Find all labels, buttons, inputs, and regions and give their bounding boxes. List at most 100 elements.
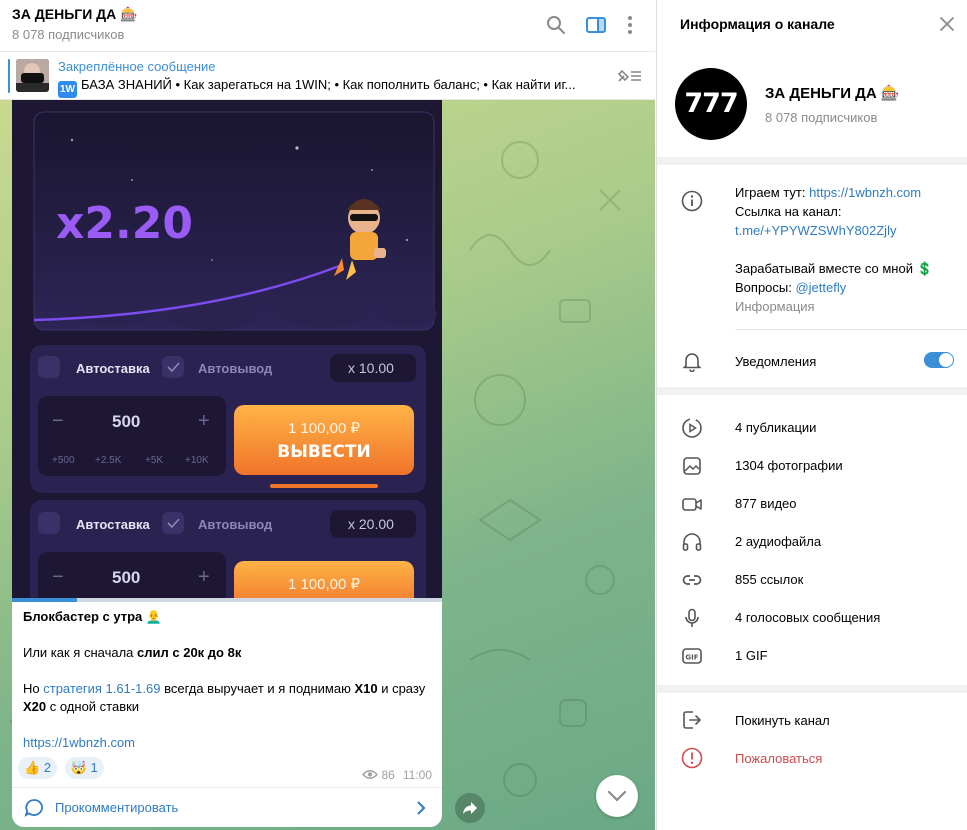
reaction-thumbs-up[interactable]: 👍 2 xyxy=(18,757,58,779)
chip-1: +500 xyxy=(52,455,75,466)
cashout-amount-1: 1 100,00 ₽ xyxy=(288,420,361,437)
stat-voice[interactable]: 4 голосовых сообщения xyxy=(657,598,967,636)
report-icon xyxy=(681,747,703,769)
svg-text:+: + xyxy=(198,410,210,432)
scroll-down-button[interactable] xyxy=(596,775,638,817)
publications-icon xyxy=(682,418,702,438)
post-video[interactable]: x2.20 Автоставка Автовывод x 10.00 − 500… xyxy=(12,100,442,600)
info-section: Играем тут: https://1wbnzh.com Ссылка на… xyxy=(657,165,967,387)
reactions: 👍 2 🤯 1 xyxy=(18,757,108,779)
share-button[interactable] xyxy=(455,793,485,823)
close-icon[interactable] xyxy=(937,14,957,34)
leave-channel-button[interactable]: Покинуть канал xyxy=(657,701,967,739)
cashout-amount-2: 1 100,00 ₽ xyxy=(288,576,361,593)
channel-title[interactable]: ЗА ДЕНЬГИ ДА 🎰 xyxy=(12,6,138,23)
reaction-mind-blown[interactable]: 🤯 1 xyxy=(64,757,104,779)
channel-invite-link[interactable]: t.me/+YPYWZSWhY802Zjly xyxy=(735,221,961,240)
video-icon xyxy=(682,498,702,511)
pinned-message-bar[interactable]: Закреплённое сообщение 1W БАЗА ЗНАНИЙ • К… xyxy=(0,52,655,100)
comment-label: Прокомментировать xyxy=(55,800,179,815)
play-link[interactable]: https://1wbnzh.com xyxy=(809,185,921,200)
headphones-icon xyxy=(682,533,702,551)
telegram-window: ЗА ДЕНЬГИ ДА 🎰 8 078 подписчиков Закрепл… xyxy=(0,0,967,830)
pinned-preview: 1W БАЗА ЗНАНИЙ • Как зарегаться на 1WIN; … xyxy=(58,77,598,98)
side-panel-icon[interactable] xyxy=(584,13,608,37)
autobet-label-2: Автоставка xyxy=(76,517,150,532)
svg-text:−: − xyxy=(52,566,64,588)
autocashout-label-2: Автовывод xyxy=(198,517,273,532)
chat-header[interactable]: ЗА ДЕНЬГИ ДА 🎰 8 078 подписчиков xyxy=(0,0,655,52)
stat-gif[interactable]: GIF 1 GIF xyxy=(657,636,967,674)
channel-subscribers: 8 078 подписчиков xyxy=(12,27,125,42)
svg-text:GIF: GIF xyxy=(685,654,698,662)
pinned-thumbnail xyxy=(16,59,49,92)
microphone-icon xyxy=(685,608,699,627)
info-caption: Информация xyxy=(735,299,815,314)
questions-link[interactable]: @jettefly xyxy=(795,280,846,295)
chip-3: +5K xyxy=(145,455,163,466)
stat-photos[interactable]: 1304 фотографии xyxy=(657,446,967,484)
leave-channel-label: Покинуть канал xyxy=(735,713,830,728)
pin-indicator xyxy=(8,59,10,93)
stat-videos[interactable]: 877 видео xyxy=(657,484,967,522)
post-url-link[interactable]: https://1wbnzh.com xyxy=(23,735,135,750)
channel-post: x2.20 Автоставка Автовывод x 10.00 − 500… xyxy=(12,100,442,827)
cashout-value-2: x 20.00 xyxy=(348,516,394,532)
views-eye-icon xyxy=(361,770,378,779)
video-progress-bar[interactable] xyxy=(12,598,442,602)
photo-icon xyxy=(683,457,701,475)
more-vertical-icon[interactable] xyxy=(618,13,642,37)
chip-4: +10K xyxy=(185,455,209,466)
post-line-2: Или как я сначала слил с 20к до 8к xyxy=(23,645,242,660)
actions-section: Покинуть канал Пожаловаться xyxy=(657,693,967,830)
stat-links[interactable]: 855 ссылок xyxy=(657,560,967,598)
autobet-label-1: Автоставка xyxy=(76,361,150,376)
bet-amount-2: 500 xyxy=(112,568,140,587)
panel-header: Информация о канале 777 ЗА ДЕНЬГИ ДА 🎰 8… xyxy=(657,0,967,157)
share-arrow-icon xyxy=(463,802,477,814)
svg-text:+: + xyxy=(198,566,210,588)
notifications-toggle[interactable] xyxy=(924,352,954,368)
link-icon xyxy=(682,575,702,585)
svg-text:−: − xyxy=(52,410,64,432)
comment-bubble-icon xyxy=(24,799,43,817)
pinned-title: Закреплённое сообщение xyxy=(58,59,216,74)
panel-subscribers: 8 078 подписчиков xyxy=(765,110,878,125)
post-time: 11:00 xyxy=(402,768,432,782)
post-line-3: Но стратегия 1.61-1.69 всегда выручает и… xyxy=(23,681,426,714)
comment-button[interactable]: Прокомментировать xyxy=(12,787,442,827)
chip-2: +2.5K xyxy=(95,455,122,466)
gif-icon: GIF xyxy=(682,648,702,664)
search-icon[interactable] xyxy=(544,13,568,37)
strategy-link[interactable]: стратегия 1.61-1.69 xyxy=(43,681,160,696)
stat-audio[interactable]: 2 аудиофайла xyxy=(657,522,967,560)
channel-avatar[interactable]: 777 xyxy=(675,68,747,140)
chevron-right-icon xyxy=(417,801,426,815)
chat-area: ЗА ДЕНЬГИ ДА 🎰 8 078 подписчиков Закрепл… xyxy=(0,0,655,830)
info-icon xyxy=(681,190,703,212)
unpin-list-icon[interactable] xyxy=(615,66,643,86)
channel-info-panel: Информация о канале 777 ЗА ДЕНЬГИ ДА 🎰 8… xyxy=(656,0,967,830)
multiplier-text: x2.20 xyxy=(56,198,193,249)
bet-amount-1: 500 xyxy=(112,412,140,431)
report-button[interactable]: Пожаловаться xyxy=(657,739,967,777)
post-text: Блокбастер с утра 👨‍🦲 Или как я сначала … xyxy=(23,608,435,752)
autocashout-label-1: Автовывод xyxy=(198,361,273,376)
post-headline: Блокбастер с утра 👨‍🦲 xyxy=(23,609,163,624)
leave-icon xyxy=(683,711,702,729)
panel-title: Информация о канале xyxy=(680,16,835,32)
1win-logo-icon: 1W xyxy=(58,81,77,98)
post-meta: 86 11:00 xyxy=(361,768,432,782)
toggle-knob xyxy=(939,353,953,367)
cashout-action: ВЫВЕСТИ xyxy=(277,442,370,462)
views-count: 86 xyxy=(381,768,395,782)
cashout-value-1: x 10.00 xyxy=(348,360,394,376)
chevron-down-icon xyxy=(607,790,627,802)
notifications-label: Уведомления xyxy=(735,354,817,369)
panel-channel-name: ЗА ДЕНЬГИ ДА 🎰 xyxy=(765,85,900,102)
stat-publications[interactable]: 4 публикации xyxy=(657,408,967,446)
divider xyxy=(735,329,967,330)
channel-description: Играем тут: https://1wbnzh.com Ссылка на… xyxy=(735,183,961,316)
report-label: Пожаловаться xyxy=(735,751,823,766)
video-progress-fill xyxy=(12,598,77,602)
